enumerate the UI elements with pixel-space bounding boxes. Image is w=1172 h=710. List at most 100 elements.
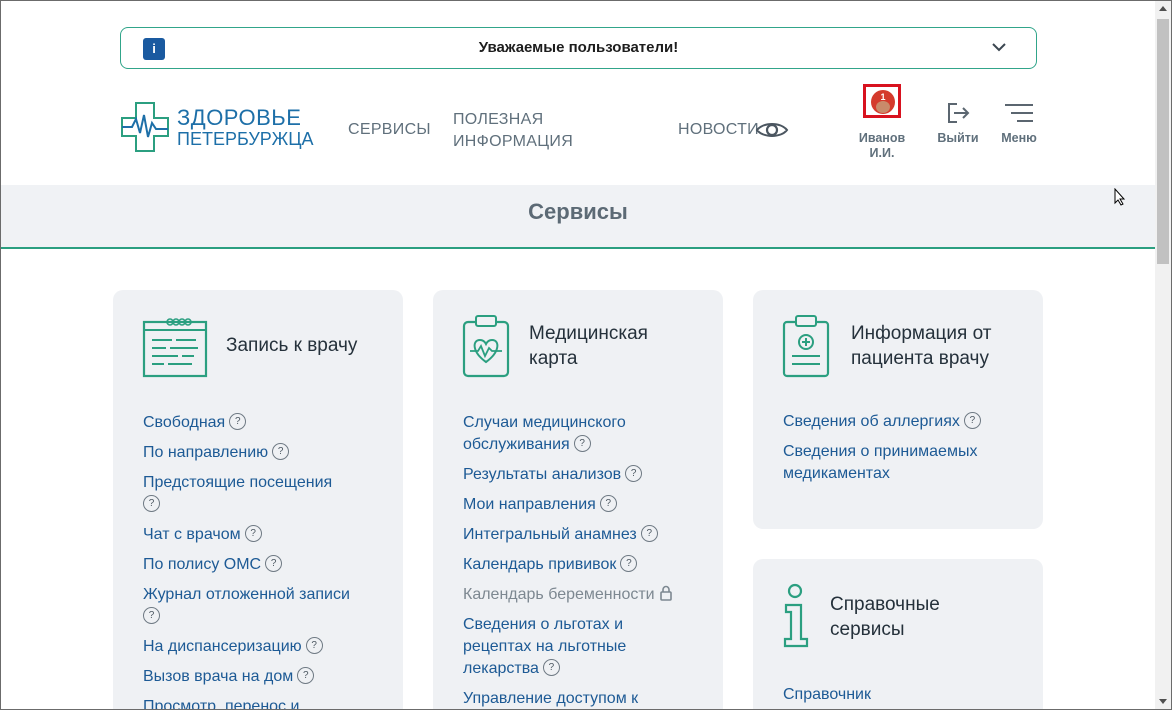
user-name-line2: И.И.: [869, 146, 895, 160]
card-title-line1: Медицинская: [529, 323, 648, 344]
link-home-visit[interactable]: Вызов врача на дом?: [143, 666, 393, 688]
link-benefits-prescriptions[interactable]: Сведения о льготах и рецептах на льготные…: [463, 614, 713, 680]
card-title-line2: сервисы: [830, 619, 905, 640]
help-icon[interactable]: ?: [244, 525, 262, 543]
hamburger-menu-icon[interactable]: [1003, 103, 1035, 123]
link-test-results[interactable]: Результаты анализов?: [463, 464, 713, 486]
card-title-medical-record: Медицинская карта: [529, 321, 648, 371]
link-label: По полису ОМС: [143, 556, 262, 573]
link-medications[interactable]: Сведения о принимаемых медикаментах: [783, 441, 1033, 485]
help-icon[interactable]: ?: [542, 659, 560, 677]
link-my-referrals[interactable]: Мои направления?: [463, 494, 713, 516]
link-label-line3: лекарства: [463, 660, 539, 677]
help-icon[interactable]: ?: [297, 667, 315, 685]
link-label: Управление доступом к: [463, 690, 639, 707]
link-label-line1: Сведения о принимаемых: [783, 443, 978, 460]
logout-icon[interactable]: [945, 101, 971, 125]
link-label: Сведения об аллергиях: [783, 413, 960, 430]
notification-count: 1: [880, 92, 886, 102]
appointment-links: Свободная? По направлению? Предстоящие п…: [143, 412, 393, 709]
site-logo[interactable]: ЗДОРОВЬЕ ПЕТЕРБУРЖЦА: [120, 101, 320, 153]
eye-icon[interactable]: [755, 120, 789, 140]
card-title-line1: Справочные: [830, 594, 940, 615]
card-title-line2: карта: [529, 348, 578, 369]
link-label: Интегральный анамнез: [463, 526, 637, 543]
link-allergies[interactable]: Сведения об аллергиях?: [783, 411, 1033, 433]
logo-text-line1: ЗДОРОВЬЕ: [177, 105, 302, 130]
medical-record-links: Случаи медицинского обслуживания? Результ…: [463, 412, 713, 709]
logout-button[interactable]: Выйти: [934, 131, 982, 145]
link-label: Календарь прививок: [463, 556, 617, 573]
clipboard-heart-icon: [462, 315, 510, 378]
calendar-notepad-icon: [142, 318, 208, 378]
notice-banner[interactable]: i Уважаемые пользователи!: [120, 27, 1037, 69]
link-label-line2: обслуживания: [463, 436, 570, 453]
link-label: Свободная: [143, 414, 226, 431]
link-directory[interactable]: Справочник: [783, 684, 1033, 706]
scroll-down-arrow-icon[interactable]: [1155, 693, 1171, 709]
logo-text-line2: ПЕТЕРБУРЖЦА: [177, 129, 314, 149]
link-label: Мои направления: [463, 496, 596, 513]
user-avatar-button[interactable]: 1: [863, 84, 901, 118]
mouse-cursor-icon: [1114, 188, 1126, 206]
help-icon[interactable]: ?: [625, 465, 643, 483]
nav-news[interactable]: НОВОСТИ: [678, 121, 759, 139]
nav-useful-info[interactable]: ПОЛЕЗНАЯ ИНФОРМАЦИЯ: [453, 109, 573, 153]
link-vaccination-calendar[interactable]: Календарь прививок?: [463, 554, 713, 576]
link-dispensary[interactable]: На диспансеризацию?: [143, 636, 393, 658]
help-icon[interactable]: ?: [573, 435, 591, 453]
card-title-line2: пациента врачу: [851, 348, 989, 369]
help-icon[interactable]: ?: [305, 637, 323, 655]
link-label-line1: Случаи медицинского: [463, 414, 626, 431]
scrollbar-thumb[interactable]: [1157, 19, 1169, 264]
link-access-management[interactable]: Управление доступом к: [463, 688, 713, 709]
help-icon[interactable]: ?: [640, 525, 658, 543]
reference-links: Справочник: [783, 684, 1033, 709]
card-medical-record: Медицинская карта Случаи медицинского обс…: [433, 290, 723, 709]
link-label-line1: Сведения о льготах и: [463, 616, 624, 633]
link-by-referral[interactable]: По направлению?: [143, 442, 393, 464]
help-icon[interactable]: ?: [620, 555, 638, 573]
avatar: 1: [871, 90, 895, 114]
link-label: Вызов врача на дом: [143, 668, 294, 685]
link-label: Журнал отложенной записи: [143, 586, 350, 603]
link-label: По направлению: [143, 444, 269, 461]
help-icon[interactable]: ?: [265, 555, 283, 573]
vertical-scrollbar[interactable]: [1155, 1, 1171, 709]
nav-services[interactable]: СЕРВИСЫ: [348, 121, 431, 139]
notice-text: Уважаемые пользователи!: [478, 39, 679, 56]
scroll-up-arrow-icon[interactable]: [1155, 1, 1171, 17]
user-name-line1: Иванов: [858, 131, 906, 145]
help-icon[interactable]: ?: [143, 607, 160, 625]
link-label-line2: медикаментах: [783, 465, 890, 482]
link-label: Календарь беременности: [463, 586, 655, 603]
user-name[interactable]: Иванов И.И.: [852, 131, 912, 161]
browser-viewport: i Уважаемые пользователи! ЗДОРОВЬЕ ПЕТЕР…: [0, 0, 1172, 710]
menu-button[interactable]: Меню: [995, 131, 1043, 145]
link-view-reschedule[interactable]: Просмотр, перенос и: [143, 696, 393, 709]
link-label-line2: рецептах на льготные: [463, 638, 627, 655]
link-label: Чат с врачом: [143, 526, 241, 543]
link-deferred-journal[interactable]: Журнал отложенной записи?: [143, 584, 393, 628]
help-icon[interactable]: ?: [143, 495, 160, 513]
page-title: Сервисы: [528, 199, 628, 224]
link-medical-cases[interactable]: Случаи медицинского обслуживания?: [463, 412, 713, 456]
link-label: Результаты анализов: [463, 466, 622, 483]
clipboard-plus-icon: [782, 315, 830, 378]
link-integral-anamnesis[interactable]: Интегральный анамнез?: [463, 524, 713, 546]
avatar-face: [876, 101, 890, 113]
help-icon[interactable]: ?: [229, 413, 247, 431]
link-by-oms-policy[interactable]: По полису ОМС?: [143, 554, 393, 576]
link-upcoming-visits[interactable]: Предстоящие посещения?: [143, 472, 393, 516]
card-title-patient-info: Информация от пациента врачу: [851, 321, 991, 371]
nav-useful-line2: ИНФОРМАЦИЯ: [453, 133, 574, 150]
link-free-appointment[interactable]: Свободная?: [143, 412, 393, 434]
help-icon[interactable]: ?: [272, 443, 290, 461]
card-title-line1: Информация от: [851, 323, 992, 344]
card-appointment: Запись к врачу Свободная? По направлению…: [113, 290, 403, 709]
chevron-down-icon[interactable]: [990, 38, 1008, 56]
help-icon[interactable]: ?: [963, 412, 981, 430]
link-chat-with-doctor[interactable]: Чат с врачом?: [143, 524, 393, 546]
link-label: Предстоящие посещения: [143, 474, 333, 491]
help-icon[interactable]: ?: [599, 495, 617, 513]
